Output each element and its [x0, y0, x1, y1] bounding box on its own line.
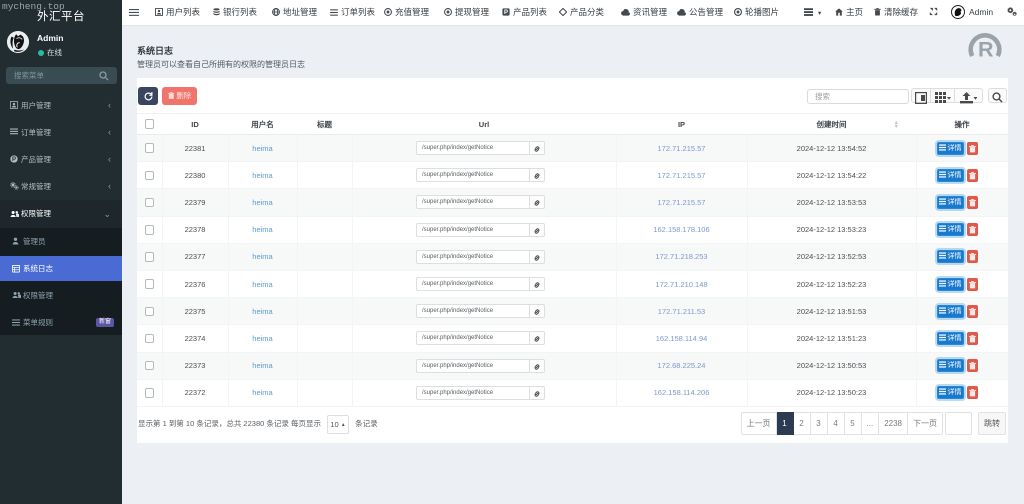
svg-text:P: P: [12, 157, 16, 163]
svg-text:R: R: [978, 38, 994, 58]
svg-text:P: P: [504, 10, 508, 16]
